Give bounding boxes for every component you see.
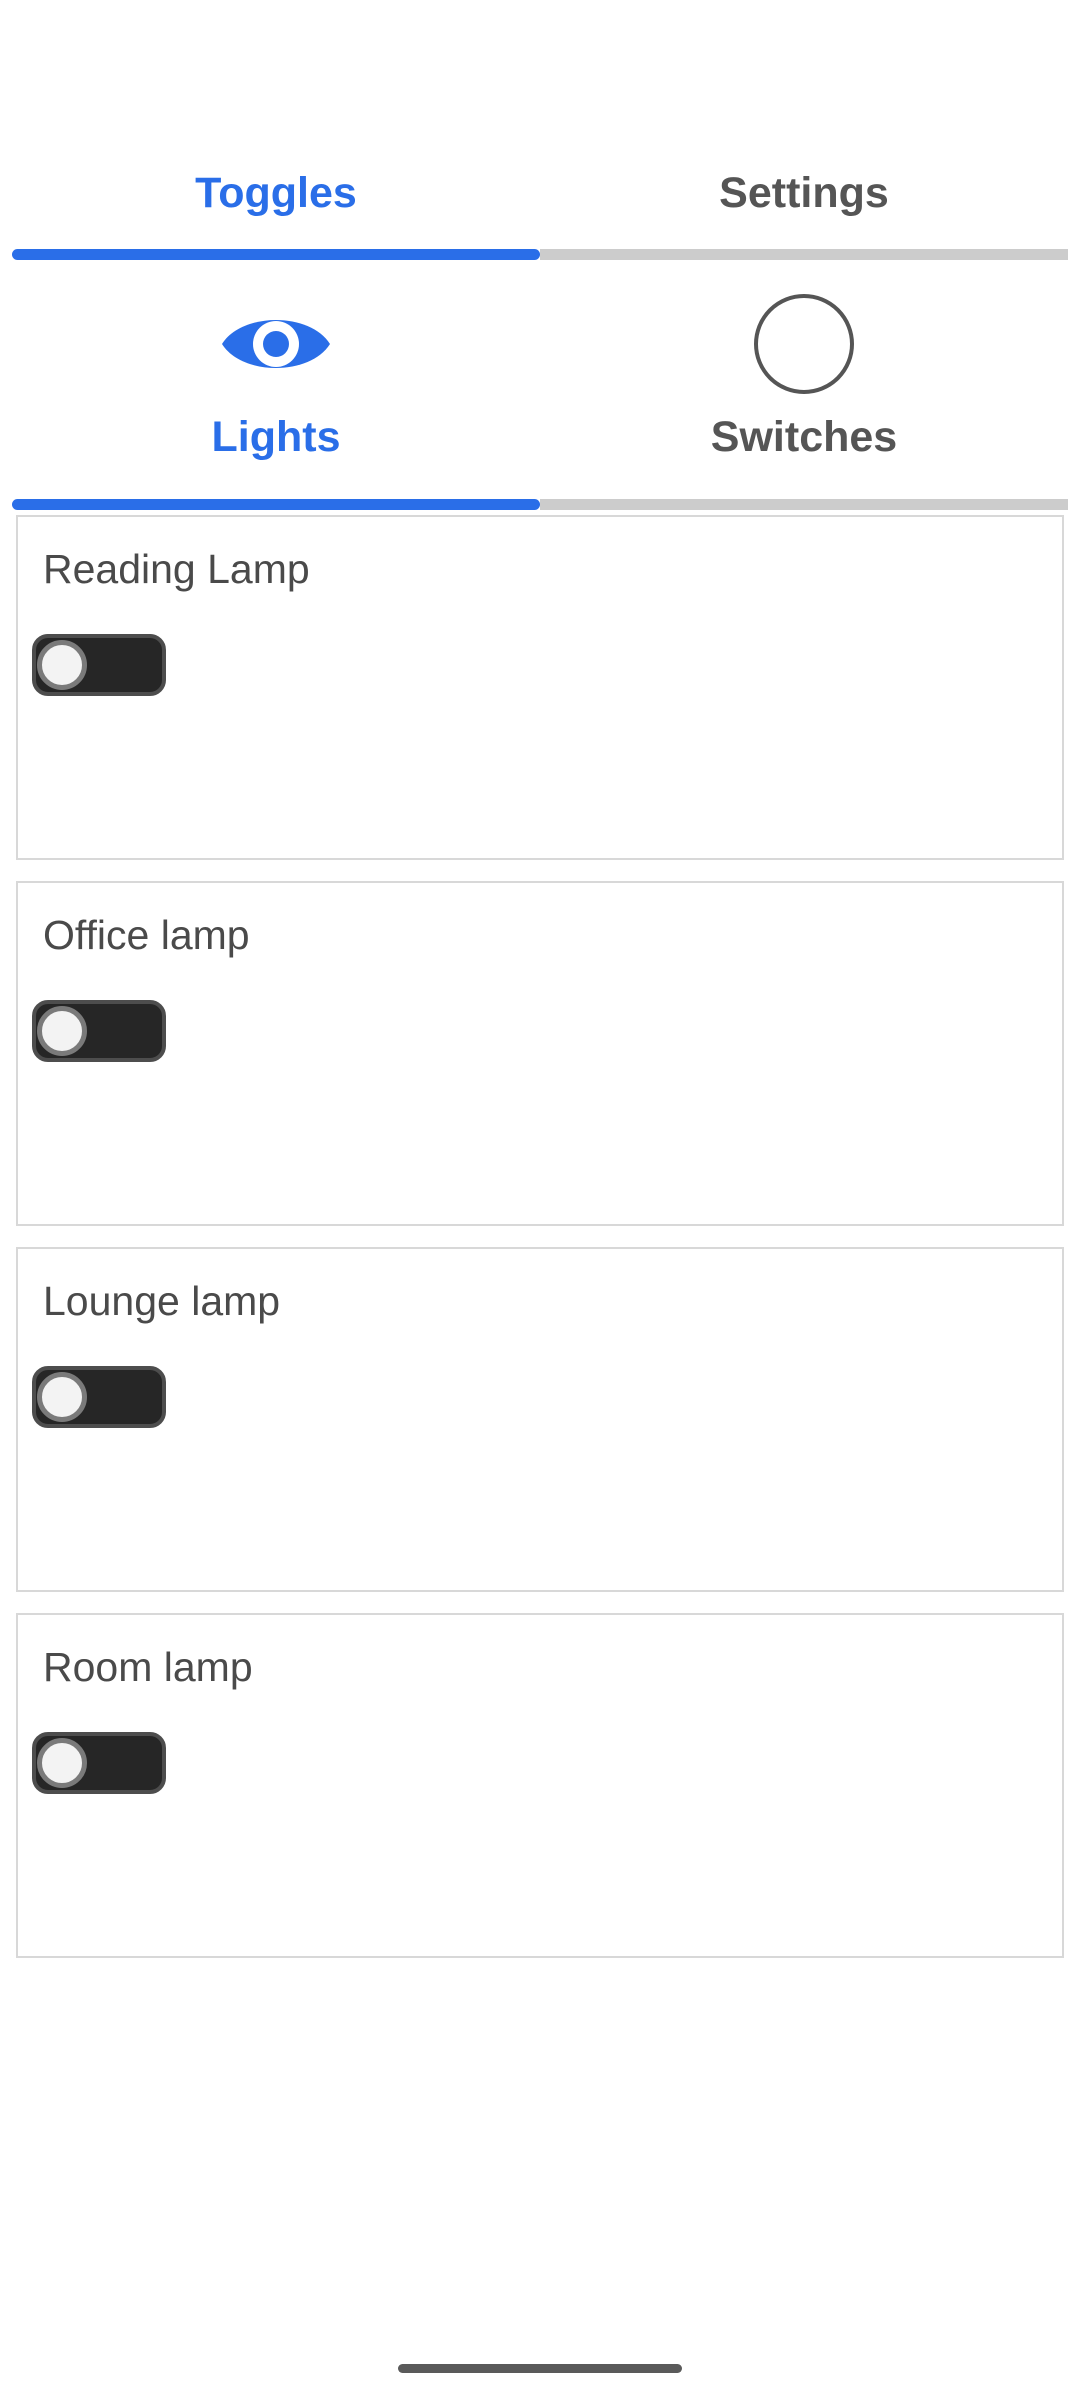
sub-tab-bar: Lights Switches: [12, 282, 1068, 510]
tab-toggles-label: Toggles: [195, 169, 357, 217]
device-list: Reading Lamp Office lamp Lounge lamp Roo…: [16, 515, 1064, 1979]
tab-switches-label: Switches: [710, 413, 898, 461]
circle-icon: [748, 294, 860, 394]
device-name: Reading Lamp: [43, 546, 310, 592]
tab-toggles-indicator: [12, 249, 540, 260]
top-tab-bar: Toggles Settings: [12, 148, 1068, 260]
device-toggle[interactable]: [32, 1000, 166, 1062]
home-indicator[interactable]: [398, 2364, 682, 2373]
tab-switches[interactable]: Switches: [540, 282, 1068, 510]
device-name: Room lamp: [43, 1644, 253, 1690]
tab-lights[interactable]: Lights: [12, 282, 540, 510]
device-name: Office lamp: [43, 912, 250, 958]
device-card: Lounge lamp: [16, 1247, 1064, 1592]
tab-settings[interactable]: Settings: [540, 148, 1068, 260]
tab-toggles[interactable]: Toggles: [12, 148, 540, 260]
tab-switches-indicator: [540, 499, 1068, 510]
device-toggle[interactable]: [32, 634, 166, 696]
device-card: Room lamp: [16, 1613, 1064, 1958]
tab-lights-label: Lights: [211, 413, 341, 461]
toggle-knob: [37, 640, 87, 690]
device-toggle[interactable]: [32, 1732, 166, 1794]
eye-icon: [220, 294, 332, 394]
tab-settings-indicator: [540, 249, 1068, 260]
toggle-knob: [37, 1006, 87, 1056]
device-toggle[interactable]: [32, 1366, 166, 1428]
device-card: Reading Lamp: [16, 515, 1064, 860]
tab-lights-indicator: [12, 499, 540, 510]
tab-settings-label: Settings: [719, 169, 889, 217]
app-screen: Toggles Settings Lights Switches Reading…: [0, 0, 1080, 2400]
toggle-knob: [37, 1738, 87, 1788]
toggle-knob: [37, 1372, 87, 1422]
device-card: Office lamp: [16, 881, 1064, 1226]
device-name: Lounge lamp: [43, 1278, 281, 1324]
